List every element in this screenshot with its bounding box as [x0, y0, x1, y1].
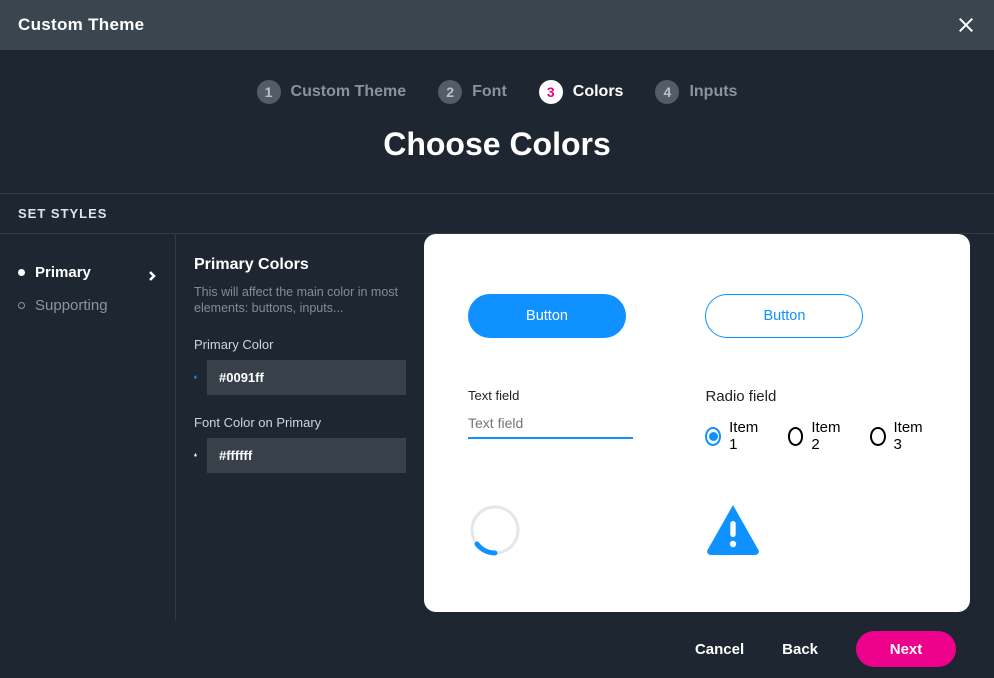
preview-radio-group: Radio field Item 1 Item 2 Item 3: [705, 388, 926, 453]
spinner-icon: [468, 503, 522, 557]
step-font[interactable]: 2 Font: [438, 80, 507, 104]
chevron-right-icon: [147, 268, 157, 278]
back-button[interactable]: Back: [782, 641, 818, 658]
titlebar: Custom Theme: [0, 0, 994, 50]
step-label: Colors: [573, 83, 624, 101]
next-button[interactable]: Next: [856, 631, 956, 667]
radio-icon: [870, 427, 886, 446]
controls-title: Primary Colors: [194, 256, 406, 274]
radio-group-label: Radio field: [705, 388, 926, 405]
step-custom-theme[interactable]: 1 Custom Theme: [257, 80, 407, 104]
body: Primary Supporting Primary Colors This w…: [0, 234, 994, 620]
radio-item-3[interactable]: Item 3: [870, 419, 926, 453]
radio-item-2[interactable]: Item 2: [788, 419, 844, 453]
radio-item-label: Item 3: [894, 419, 927, 453]
radio-item-1[interactable]: Item 1: [705, 419, 761, 453]
controls-description: This will affect the main color in most …: [194, 284, 406, 317]
font-color-input[interactable]: [207, 438, 406, 473]
primary-color-label: Primary Color: [194, 337, 406, 352]
preview-spinner: [468, 503, 665, 562]
dialog-footer: Cancel Back Next: [0, 620, 994, 678]
radio-item-label: Item 2: [811, 419, 844, 453]
step-label: Font: [472, 83, 507, 101]
step-number: 2: [438, 80, 462, 104]
section-header: SET STYLES: [0, 193, 994, 234]
bullet-icon: [18, 302, 25, 309]
step-number: 4: [655, 80, 679, 104]
step-label: Custom Theme: [291, 83, 407, 101]
custom-theme-dialog: Custom Theme 1 Custom Theme 2 Font 3 Col…: [0, 0, 994, 678]
color-controls: Primary Colors This will affect the main…: [176, 234, 424, 620]
step-inputs[interactable]: 4 Inputs: [655, 80, 737, 104]
radio-icon: [788, 427, 804, 446]
preview-button-filled-wrap: Button: [468, 294, 665, 338]
preview-button-filled[interactable]: Button: [468, 294, 626, 338]
preview-button-outline-wrap: Button: [705, 294, 926, 338]
preview-panel-wrap: Button Button Text field Radio field Ite…: [424, 234, 994, 620]
droplet-icon: [194, 365, 197, 389]
sidebar-item-label: Primary: [35, 264, 91, 281]
styles-sidebar: Primary Supporting: [0, 234, 176, 620]
bullet-icon: [18, 269, 25, 276]
close-icon: [957, 16, 975, 34]
step-number: 3: [539, 80, 563, 104]
step-label: Inputs: [689, 83, 737, 101]
cancel-button[interactable]: Cancel: [695, 641, 744, 658]
step-number: 1: [257, 80, 281, 104]
textfield-label: Text field: [468, 388, 665, 403]
close-button[interactable]: [956, 15, 976, 35]
preview-button-outline[interactable]: Button: [705, 294, 863, 338]
sidebar-item-primary[interactable]: Primary: [14, 256, 161, 289]
page-title: Choose Colors: [0, 122, 994, 193]
radio-item-label: Item 1: [729, 419, 762, 453]
preview-textfield: Text field: [468, 388, 665, 453]
font-color-label: Font Color on Primary: [194, 415, 406, 430]
preview-panel: Button Button Text field Radio field Ite…: [424, 234, 970, 612]
preview-warning: [705, 503, 926, 562]
wizard-stepper: 1 Custom Theme 2 Font 3 Colors 4 Inputs: [0, 50, 994, 122]
radio-icon: [705, 427, 721, 446]
droplet-icon: [194, 443, 197, 467]
step-colors[interactable]: 3 Colors: [539, 80, 624, 104]
dialog-title: Custom Theme: [18, 15, 144, 35]
sidebar-item-supporting[interactable]: Supporting: [14, 289, 161, 322]
primary-color-input[interactable]: [207, 360, 406, 395]
warning-icon: [705, 503, 761, 555]
textfield-input[interactable]: [468, 411, 633, 439]
sidebar-item-label: Supporting: [35, 297, 108, 314]
